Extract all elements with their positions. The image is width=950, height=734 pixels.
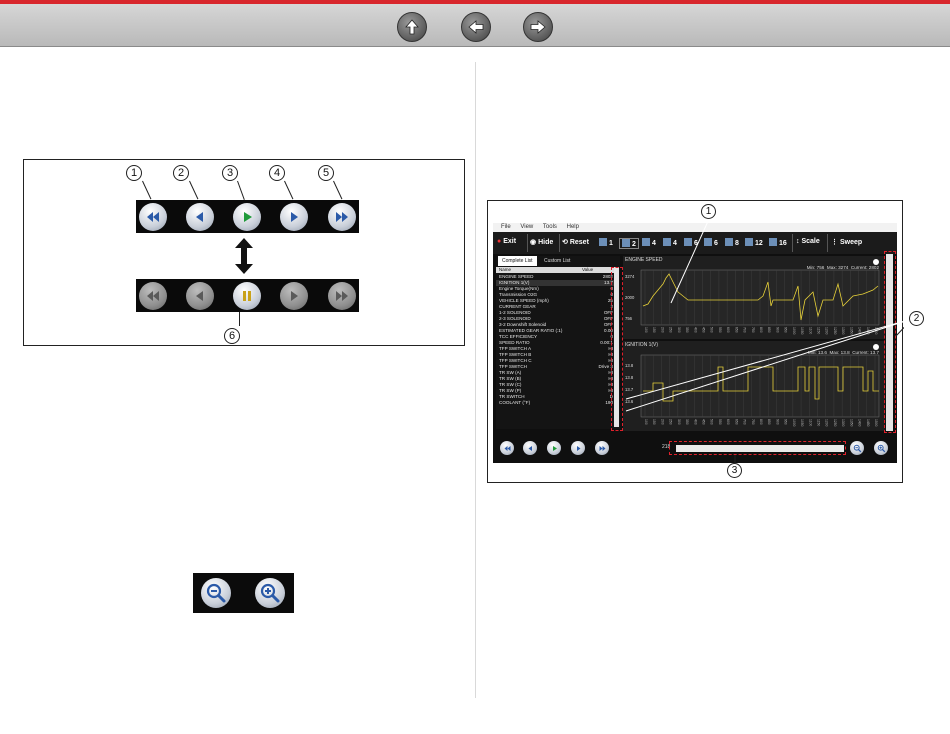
navigation-bar — [0, 0, 950, 47]
zoom-controls — [193, 573, 294, 613]
step-forward-button[interactable] — [280, 203, 308, 231]
forward-button[interactable] — [523, 12, 553, 42]
step-back-icon — [196, 291, 203, 301]
fast-forward-button-disabled — [328, 282, 356, 310]
back-button[interactable] — [461, 12, 491, 42]
fast-forward-button[interactable] — [328, 203, 356, 231]
scanner-app-figure: 1 2 3 File View Tools Help ● Exit ◉ Hide… — [487, 200, 924, 483]
double-arrow-icon — [235, 238, 253, 274]
home-up-button[interactable] — [397, 12, 427, 42]
leader-line — [239, 312, 240, 326]
leader-line — [142, 180, 152, 200]
zoom-out-button[interactable] — [201, 578, 231, 608]
callout-5: 5 — [318, 165, 334, 181]
callout-4: 4 — [269, 165, 285, 181]
playback-controls-figure: 1 2 3 4 5 6 — [23, 159, 465, 346]
left-arrow-icon — [468, 20, 484, 34]
callout-2: 2 — [173, 165, 189, 181]
column-divider — [475, 62, 476, 698]
leader-line — [189, 180, 199, 200]
playback-paused-strip — [136, 279, 359, 312]
rewind-button-disabled — [139, 282, 167, 310]
leader-line — [237, 180, 245, 200]
leader-line — [284, 180, 294, 200]
right-arrow-icon — [530, 20, 546, 34]
play-button[interactable] — [233, 203, 261, 231]
callout-3: 3 — [222, 165, 238, 181]
step-back-button-disabled — [186, 282, 214, 310]
step-forward-icon — [291, 291, 298, 301]
step-forward-icon — [291, 212, 298, 222]
fast-forward-icon — [336, 212, 348, 222]
rewind-icon — [147, 291, 159, 301]
leader-line — [333, 180, 343, 200]
pause-button[interactable] — [233, 282, 261, 310]
step-back-icon — [196, 212, 203, 222]
playback-active-strip — [136, 200, 359, 233]
zoom-out-icon — [206, 583, 226, 603]
step-back-button[interactable] — [186, 203, 214, 231]
pause-icon — [243, 291, 251, 301]
rewind-button[interactable] — [139, 203, 167, 231]
step-forward-button-disabled — [280, 282, 308, 310]
callout-2: 2 — [909, 311, 924, 326]
fast-forward-icon — [336, 291, 348, 301]
callout-1: 1 — [126, 165, 142, 181]
play-icon — [244, 212, 252, 222]
rewind-icon — [147, 212, 159, 222]
zoom-in-icon — [260, 583, 280, 603]
up-arrow-icon — [405, 19, 419, 35]
callout-leaders — [625, 218, 904, 463]
zoom-in-button[interactable] — [255, 578, 285, 608]
callout-6: 6 — [224, 328, 240, 344]
